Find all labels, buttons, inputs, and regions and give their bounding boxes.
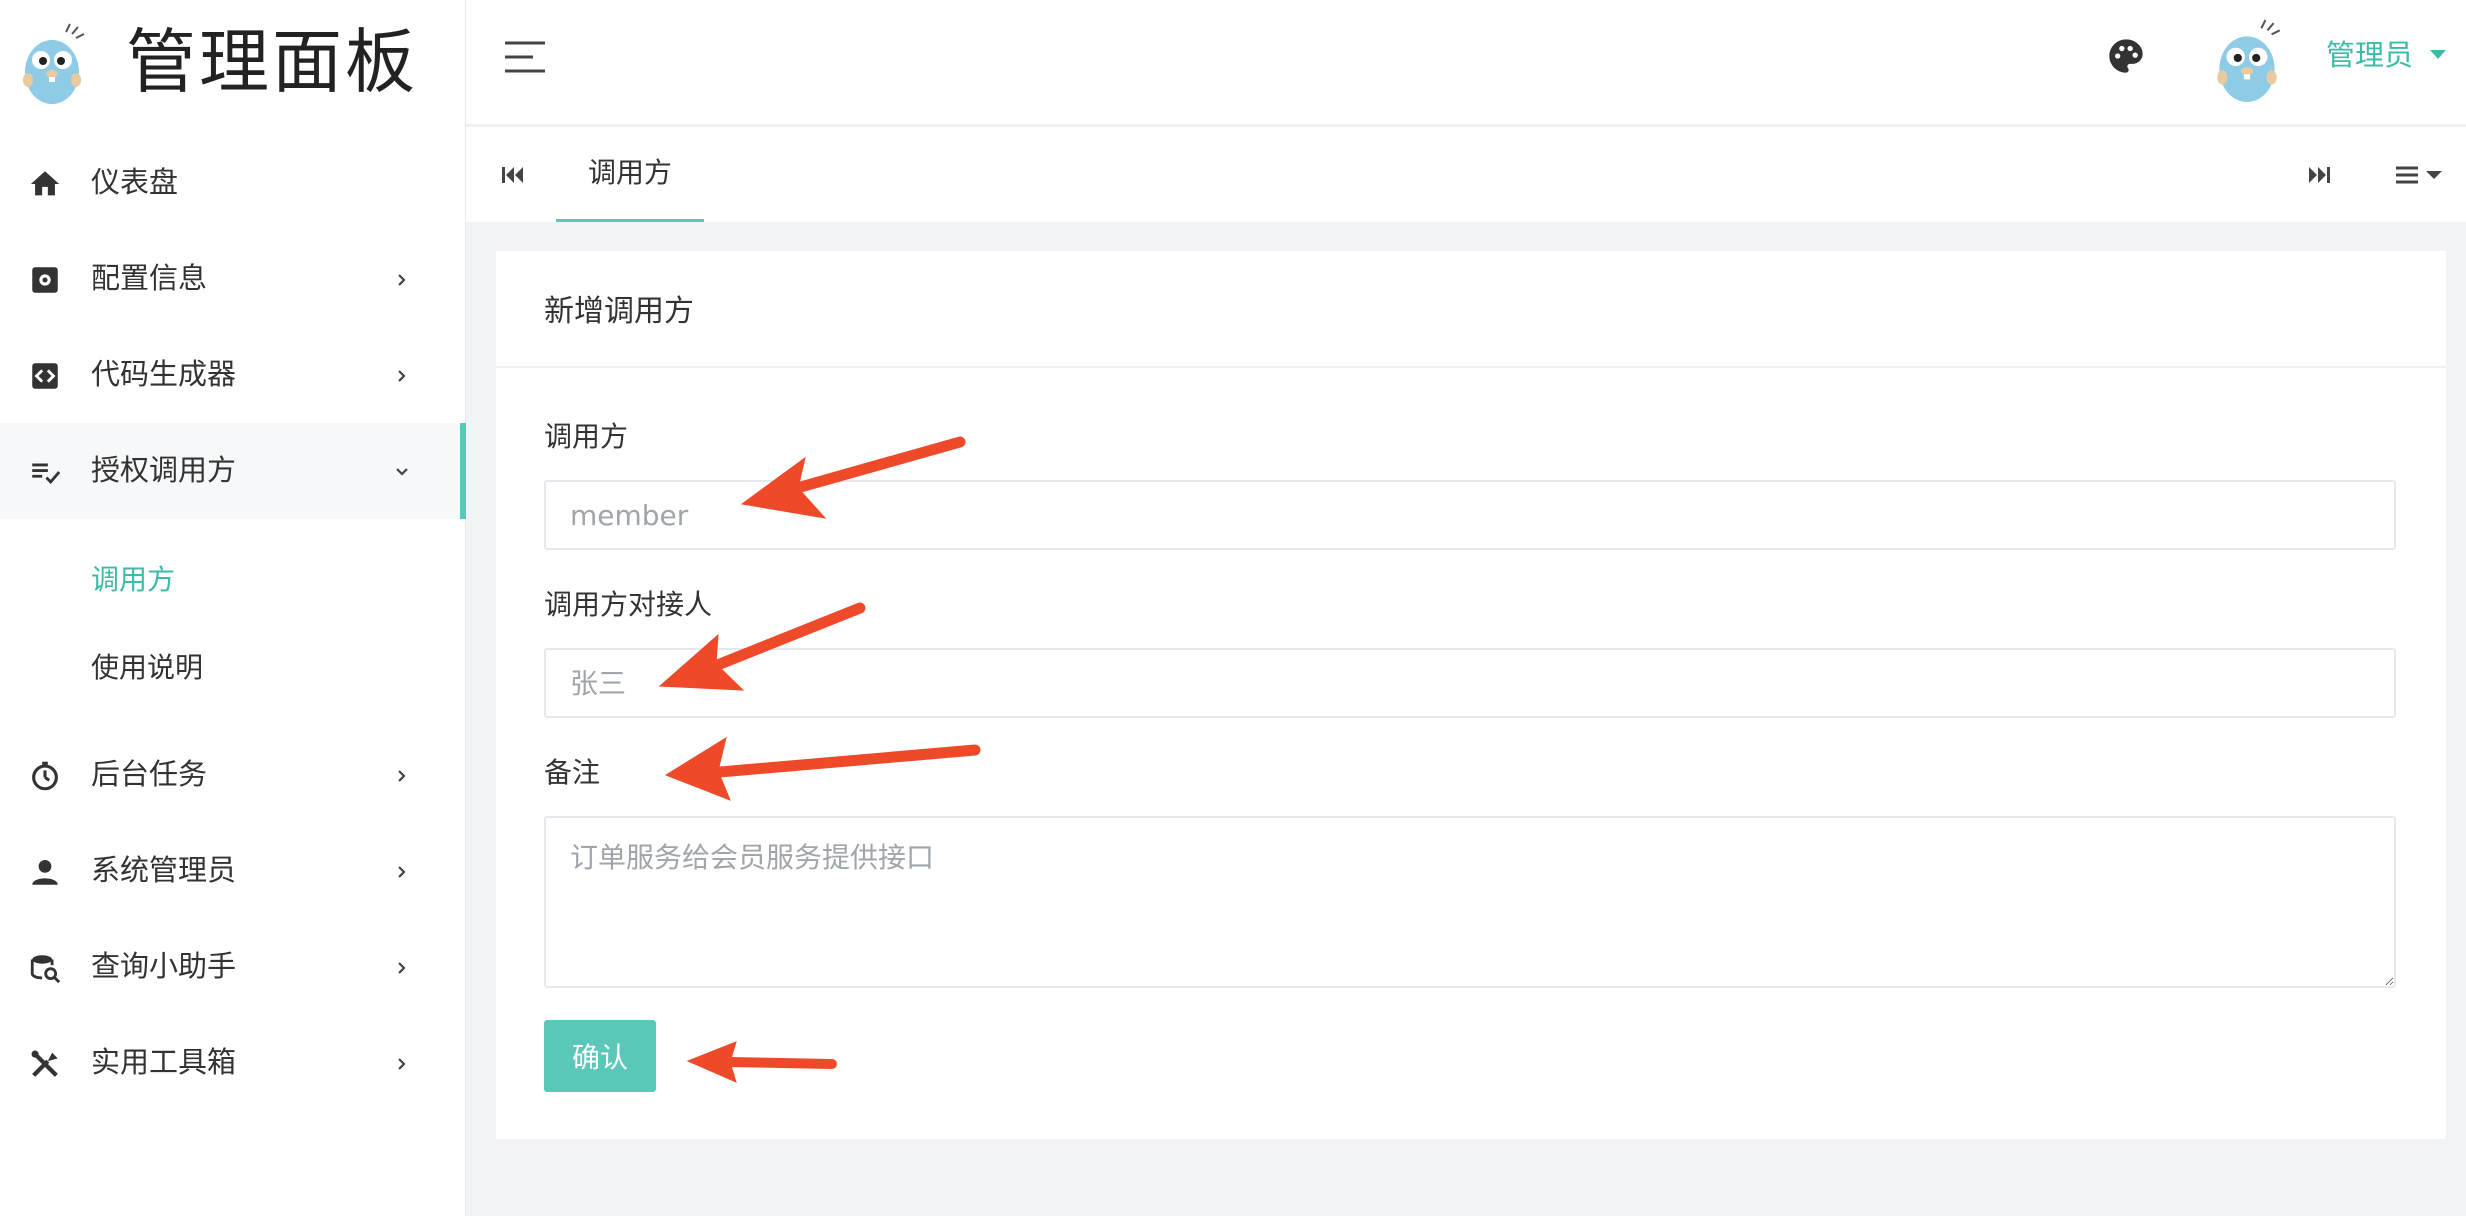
skip-back-icon[interactable] [500,163,526,187]
sidebar-item-config[interactable]: 配置信息 [0,231,465,327]
palette-icon[interactable] [2106,36,2146,76]
remark-textarea[interactable] [544,816,2396,988]
settings-icon [28,263,62,297]
brand: 管理面板 [0,0,465,130]
sidebar-item-label: 实用工具箱 [91,1045,237,1079]
tab-options-menu-icon[interactable] [2394,163,2446,187]
caret-down-icon[interactable] [2430,50,2446,59]
chevron-right-icon [390,263,414,297]
sidebar-subitem-callers[interactable]: 调用方 [91,560,175,600]
tab-label: 调用方 [587,156,672,189]
sidebar-item-label: 系统管理员 [91,853,237,887]
remark-label: 备注 [544,756,601,789]
sidebar-item-toolbox[interactable]: 实用工具箱 [0,1015,465,1111]
caller-input[interactable] [544,480,2396,550]
sidebar-item-label: 代码生成器 [91,357,237,391]
avatar[interactable] [2210,18,2284,104]
contact-input[interactable] [544,648,2396,718]
code-icon [28,359,62,393]
sidebar-item-label: 授权调用方 [91,453,237,487]
chevron-right-icon [390,951,414,985]
form-card: 新增调用方 调用方 调用方对接人 备注 确认 [496,251,2446,1139]
divider [496,366,2446,368]
user-icon [28,855,62,889]
chevron-right-icon [390,759,414,793]
sidebar-item-label: 仪表盘 [91,165,179,199]
sidebar-item-query-assistant[interactable]: 查询小助手 [0,919,465,1015]
sidebar-item-system-admins[interactable]: 系统管理员 [0,823,465,919]
gopher-logo [23,23,85,104]
chevron-down-icon [390,455,414,489]
form-title: 新增调用方 [544,294,694,329]
caller-label: 调用方 [544,420,629,453]
sidebar-item-authorized-callers[interactable]: 授权调用方 [0,423,466,519]
list-check-icon [28,455,62,489]
user-menu-name[interactable]: 管理员 [2326,34,2413,76]
sidebar-item-code-generator[interactable]: 代码生成器 [0,327,465,423]
skip-forward-icon[interactable] [2306,163,2332,187]
sidebar-item-label: 后台任务 [91,757,208,791]
chevron-right-icon [390,1047,414,1081]
chevron-right-icon [390,855,414,889]
sidebar-subitem-usage-guide[interactable]: 使用说明 [91,648,203,688]
sidebar-item-label: 配置信息 [91,261,208,295]
timer-icon [28,759,62,793]
tab-callers[interactable]: 调用方 [556,127,704,222]
tab-bar: 调用方 [466,127,2466,222]
database-search-icon [28,951,62,985]
tab-active-indicator [556,219,704,222]
active-indicator [460,423,466,519]
sidebar-item-background-tasks[interactable]: 后台任务 [0,727,465,823]
sidebar-item-dashboard[interactable]: 仪表盘 [0,135,465,231]
sidebar-item-label: 查询小助手 [91,949,237,983]
tools-icon [28,1047,62,1081]
app-title: 管理面板 [126,21,418,103]
confirm-button[interactable]: 确认 [544,1020,656,1092]
sidebar: 管理面板 仪表盘 配置信息 代码生成器 授权调用方 调用方 使用说明 后台任务 … [0,0,466,1216]
chevron-right-icon [390,359,414,393]
top-header: 管理员 [466,0,2466,127]
hamburger-menu-icon[interactable] [504,40,546,74]
contact-label: 调用方对接人 [544,588,713,621]
home-icon [28,167,62,201]
